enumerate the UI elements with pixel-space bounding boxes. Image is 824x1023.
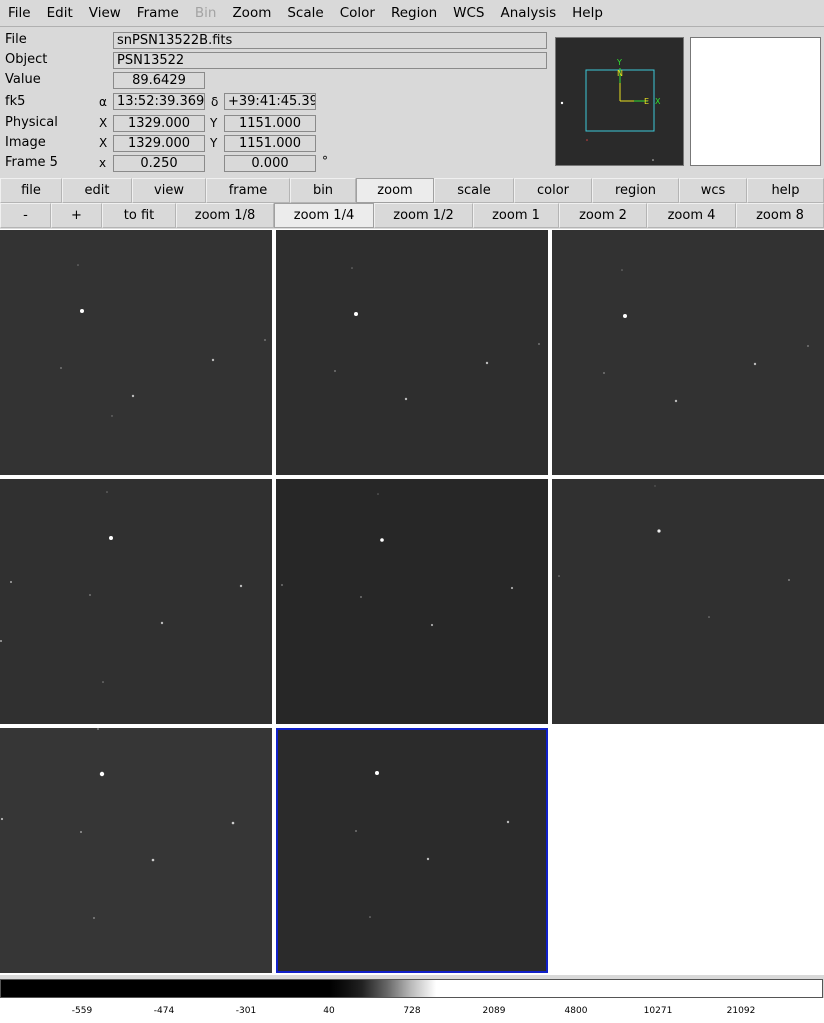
colorbar[interactable] [0,979,823,998]
btn-zoom-8[interactable]: zoom 8 [736,203,824,228]
physical-x-symbol: X [99,116,108,130]
btn-edit[interactable]: edit [62,178,132,203]
colorbar-tick: 2089 [482,1006,506,1016]
menu-region[interactable]: Region [383,0,445,27]
btn-view[interactable]: view [132,178,206,203]
frame-x-symbol: x [99,156,107,170]
btn-zoom-fit[interactable]: to fit [102,203,176,228]
file-field: snPSN13522B.fits [113,32,547,49]
btn-zoom-1-4[interactable]: zoom 1/4 [274,203,374,228]
btn-frame[interactable]: frame [206,178,290,203]
image-frame-5[interactable] [276,479,548,724]
star-field [355,771,510,918]
menu-bar: File Edit View Frame Bin Zoom Scale Colo… [0,0,824,27]
btn-file[interactable]: file [0,178,62,203]
menu-analysis[interactable]: Analysis [493,0,565,27]
colorbar-tick: -474 [153,1006,175,1016]
image-frame-3[interactable] [552,230,824,475]
image-x-field: 1329.000 [113,135,205,152]
image-frame-8[interactable] [276,728,548,973]
menu-bin: Bin [194,4,217,21]
button-bar: file edit view frame bin zoom scale colo… [0,178,824,203]
btn-zoom-in[interactable]: + [51,203,102,228]
y-axis-label: Y [616,58,622,67]
image-label: Image [5,135,46,150]
degree-symbol: ° [322,154,328,168]
btn-scale[interactable]: scale [434,178,514,203]
delta-symbol: δ [211,95,219,109]
menu-scale[interactable]: Scale [279,0,331,27]
alpha-symbol: α [99,95,107,109]
wcs-label: fk5 [5,94,26,109]
btn-zoom-4[interactable]: zoom 4 [647,203,736,228]
frame-zoom-field: 0.250 [113,155,205,172]
image-frame-7[interactable] [0,728,272,973]
menu-edit[interactable]: Edit [39,0,81,27]
colorbar-tick: 728 [403,1006,421,1016]
image-frame-2[interactable] [276,230,548,475]
star-field [0,728,235,919]
image-y-field: 1151.000 [224,135,316,152]
star-field [603,269,809,403]
menu-view[interactable]: View [81,0,129,27]
colorbar-tick: -301 [235,1006,257,1016]
menu-zoom[interactable]: Zoom [224,0,279,27]
btn-zoom-1-2[interactable]: zoom 1/2 [374,203,473,228]
menu-wcs[interactable]: WCS [445,0,492,27]
physical-x-field: 1329.000 [113,115,205,132]
btn-bin[interactable]: bin [290,178,356,203]
magnifier-graphic: N E Y X [560,58,661,161]
file-label: File [5,32,27,47]
btn-region[interactable]: region [592,178,679,203]
dec-field: +39:41:45.39 [224,93,316,110]
magnifier-view: N E Y X [555,37,684,166]
menu-help[interactable]: Help [564,0,611,27]
colorbar-tick: 40 [323,1006,335,1016]
panner-view[interactable] [690,37,821,166]
image-y-symbol: Y [210,136,218,150]
physical-y-symbol: Y [210,116,218,130]
frame-grid [0,229,824,975]
colorbar-scale: -559 -474 -301 40 728 2089 4800 10271 21… [0,998,824,1023]
north-label: N [617,69,623,78]
zoom-bar: - + to fit zoom 1/8 zoom 1/4 zoom 1/2 zo… [0,203,824,228]
frame-angle-field: 0.000 [224,155,316,172]
star-field [60,264,266,417]
object-field: PSN13522 [113,52,547,69]
star-field [334,267,540,401]
image-frame-6[interactable] [552,479,824,724]
x-axis-label: X [655,97,661,106]
btn-help[interactable]: help [747,178,824,203]
colorbar-tick: -559 [71,1006,93,1016]
menu-file[interactable]: File [0,0,39,27]
image-frame-4[interactable] [0,479,272,724]
physical-y-field: 1151.000 [224,115,316,132]
btn-zoom-1-8[interactable]: zoom 1/8 [176,203,274,228]
image-x-symbol: X [99,136,108,150]
object-label: Object [5,52,48,67]
frame-label: Frame 5 [5,155,58,170]
btn-color[interactable]: color [514,178,592,203]
btn-wcs[interactable]: wcs [679,178,747,203]
value-label: Value [5,72,41,87]
colorbar-tick: 4800 [564,1006,588,1016]
physical-label: Physical [5,115,58,130]
star-field [281,493,514,627]
btn-zoom-2[interactable]: zoom 2 [559,203,647,228]
east-label: E [644,97,649,106]
star-field [558,485,790,618]
btn-zoom[interactable]: zoom [356,178,434,203]
menu-frame[interactable]: Frame [129,0,187,27]
btn-zoom-out[interactable]: - [0,203,51,228]
colorbar-tick: 10271 [643,1006,673,1016]
image-frame-1[interactable] [0,230,272,475]
value-field: 89.6429 [113,72,205,89]
ra-field: 13:52:39.369 [113,93,205,110]
star-field [0,491,243,683]
btn-zoom-1[interactable]: zoom 1 [473,203,559,228]
menu-color[interactable]: Color [332,0,383,27]
colorbar-tick: 21092 [726,1006,756,1016]
